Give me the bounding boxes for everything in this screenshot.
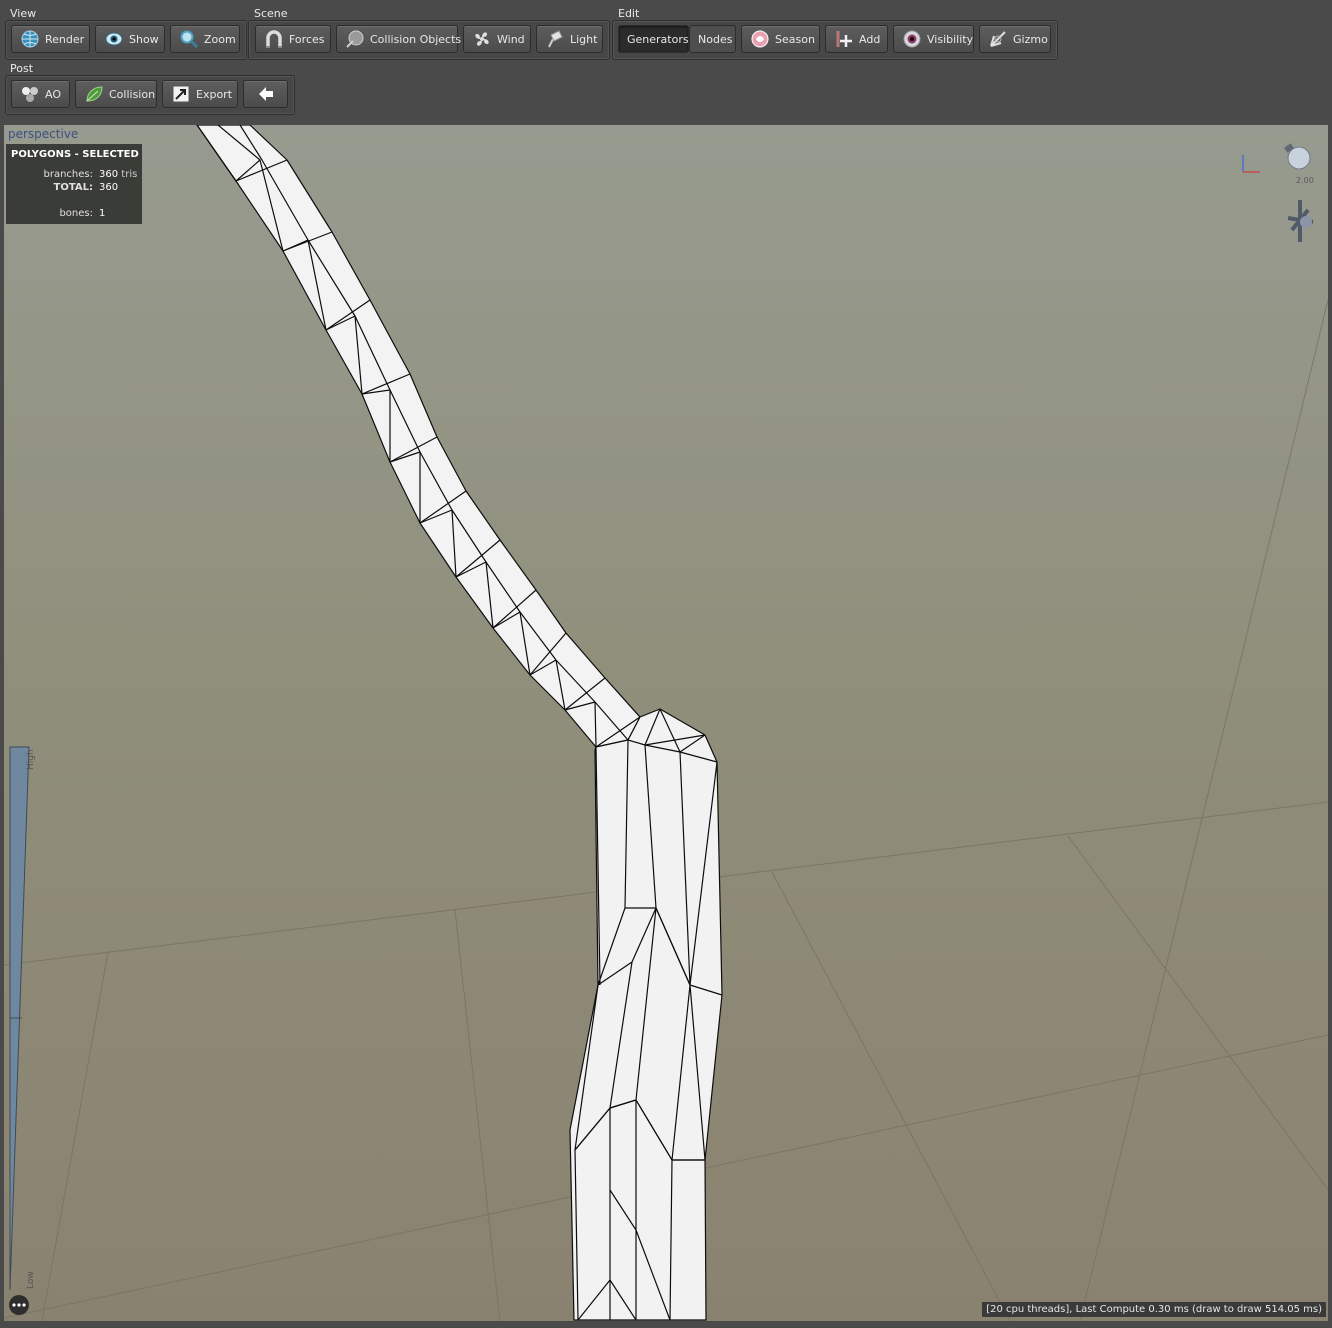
add-icon: [836, 31, 852, 47]
spotlight-icon: [548, 30, 563, 48]
ao-icon: [22, 87, 38, 102]
season-button[interactable]: Season: [741, 25, 820, 53]
show-button[interactable]: Show: [95, 25, 165, 53]
collision-objects-button[interactable]: Collision Objects: [336, 25, 462, 53]
ao-button-label: AO: [45, 87, 61, 101]
axis-gizmo-icon: [1242, 155, 1260, 173]
sphere-icon: [346, 30, 364, 48]
lod-low-label: Low: [26, 1271, 36, 1289]
collision-objects-button-label: Collision Objects: [370, 32, 462, 46]
nodes-button-label: Nodes: [698, 32, 733, 46]
edit-group-label: Edit: [618, 7, 640, 20]
stats-header: POLYGONS - SELECTED: [11, 149, 139, 160]
collision-button[interactable]: Collision: [75, 80, 157, 108]
add-button-label: Add: [859, 32, 881, 46]
branches-value: 360 tris: [99, 169, 137, 180]
polygon-stats-panel: POLYGONS - SELECTED branches: 360 tris T…: [6, 144, 142, 224]
viewport-menu-icon[interactable]: [9, 1295, 29, 1315]
bones-value: 1: [99, 208, 106, 219]
camera-label[interactable]: perspective: [8, 127, 78, 141]
render-button-label: Render: [45, 32, 85, 46]
branches-unit: tris: [121, 169, 138, 180]
total-value: 360: [99, 182, 119, 193]
eye-icon: [105, 32, 123, 46]
magnet-icon: [266, 30, 282, 48]
add-button[interactable]: Add: [825, 25, 888, 53]
wind-button[interactable]: Wind: [463, 25, 531, 53]
generators-button[interactable]: Generators: [618, 25, 689, 53]
show-button-label: Show: [129, 32, 159, 46]
view-group-label: View: [10, 7, 37, 20]
light-intensity-value: 2.00: [1296, 176, 1314, 185]
back-button[interactable]: [243, 80, 288, 108]
total-label: TOTAL:: [53, 182, 93, 193]
lod-high-label: High: [26, 749, 36, 770]
collision-button-label: Collision: [109, 87, 156, 101]
gizmo-button-label: Gizmo: [1013, 32, 1048, 46]
ao-button[interactable]: AO: [11, 80, 70, 108]
export-button-label: Export: [196, 87, 233, 101]
globe-icon: [21, 30, 39, 48]
forces-button-label: Forces: [289, 32, 325, 46]
light-bulb-icon[interactable]: [1284, 143, 1311, 170]
scene-group-label: Scene: [254, 7, 288, 20]
fan-icon: [475, 32, 489, 46]
visibility-button-label: Visibility: [927, 32, 974, 46]
wind-button-label: Wind: [497, 32, 525, 46]
branches-count: 360: [99, 169, 119, 180]
branch-mesh: [196, 125, 723, 1321]
export-icon: [172, 85, 190, 103]
zoom-button[interactable]: Zoom: [170, 25, 240, 53]
generators-button-label: Generators: [627, 32, 689, 46]
tree-preview-icon[interactable]: [1287, 200, 1314, 242]
3d-viewport[interactable]: perspective POLYGONS - SELECTED branches…: [4, 125, 1328, 1321]
gizmo-icon: [990, 31, 1006, 47]
post-group-label: Post: [10, 62, 34, 75]
visibility-button[interactable]: Visibility: [893, 25, 974, 53]
magnifier-icon: [180, 30, 199, 49]
lod-slider[interactable]: [9, 746, 30, 1291]
visibility-eye-icon: [903, 30, 921, 48]
back-arrow-icon: [258, 87, 273, 101]
scene-canvas: [4, 125, 1328, 1321]
light-button-label: Light: [570, 32, 598, 46]
nodes-button[interactable]: Nodes: [689, 25, 736, 53]
season-button-label: Season: [775, 32, 815, 46]
gizmo-button[interactable]: Gizmo: [979, 25, 1051, 53]
leaf-icon: [86, 86, 103, 102]
render-button[interactable]: Render: [11, 25, 90, 53]
forces-button[interactable]: Forces: [255, 25, 331, 53]
bones-label: bones:: [59, 208, 93, 219]
export-button[interactable]: Export: [162, 80, 238, 108]
zoom-button-label: Zoom: [204, 32, 236, 46]
season-icon: [751, 30, 769, 48]
branches-label: branches:: [43, 169, 94, 180]
light-button[interactable]: Light: [536, 25, 603, 53]
status-bar: [20 cpu threads], Last Compute 0.30 ms (…: [982, 1302, 1326, 1317]
